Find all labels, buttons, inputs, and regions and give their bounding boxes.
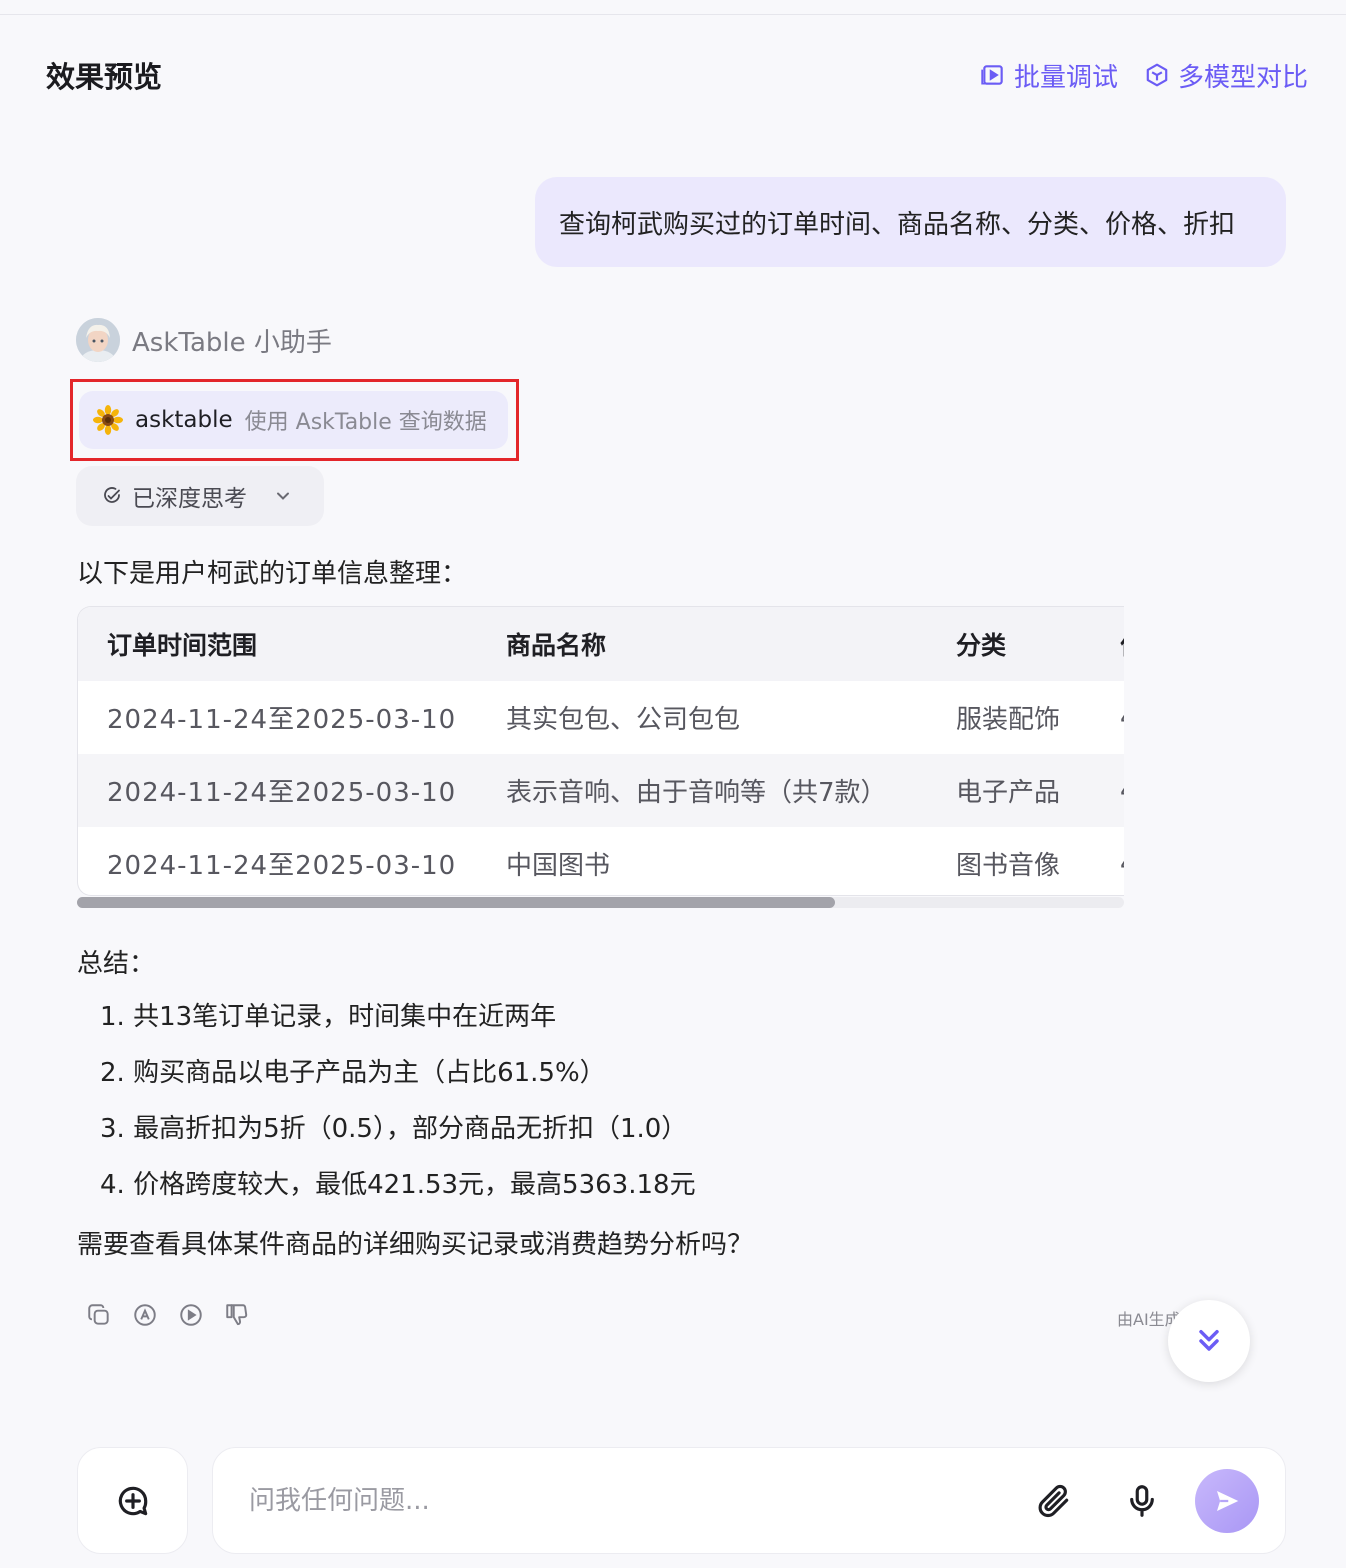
table-horizontal-scrollbar[interactable] [77, 897, 1124, 908]
assistant-avatar [76, 318, 120, 362]
cell-order-time: 2024-11-24至2025-03-10 [107, 705, 457, 735]
assistant-name: AskTable 小助手 [132, 327, 332, 358]
cell-order-time: 2024-11-24至2025-03-10 [78, 754, 506, 827]
summary-item: 4. 价格跨度较大，最低421.53元，最高5363.18元 [100, 1170, 696, 1200]
batch-debug-button[interactable]: 批量调试 [980, 57, 1118, 94]
answer-intro: 以下是用户柯武的订单信息整理： [77, 559, 468, 589]
thumbs-down-icon[interactable] [224, 1300, 250, 1330]
table-header-row: 订单时间范围 商品名称 分类 价 [78, 607, 1124, 681]
deep-thinking-toggle[interactable]: 已深度思考 [76, 466, 324, 526]
new-chat-icon [118, 1486, 147, 1515]
tool-highlight-box: asktable 使用 AskTable 查询数据 [70, 379, 519, 461]
cell-order-time: 2024-11-24至2025-03-10 [107, 851, 457, 881]
summary-list: 1. 共13笔订单记录，时间集中在近两年 2. 购买商品以电子产品为主（占比61… [100, 998, 696, 1222]
cell-product-name: 其实包包、公司包包 [506, 705, 741, 735]
scrollbar-thumb[interactable] [77, 897, 835, 908]
table-row: 2024-11-24至2025-03-10 中国图书 图书音像 4 [78, 827, 1124, 895]
tool-name: asktable [135, 407, 233, 433]
send-button[interactable] [1195, 1469, 1259, 1533]
user-message-bubble: 查询柯武购买过的订单时间、商品名称、分类、价格、折扣 [535, 177, 1286, 267]
header-category: 分类 [956, 607, 1120, 681]
translate-icon[interactable] [132, 1300, 158, 1330]
summary-item: 3. 最高折扣为5折（0.5），部分商品无折扣（1.0） [100, 1114, 688, 1144]
multi-model-label: 多模型对比 [1177, 62, 1308, 93]
header-order-time: 订单时间范围 [78, 607, 506, 681]
new-chat-button[interactable] [77, 1447, 188, 1554]
header-product-name: 商品名称 [506, 607, 956, 681]
play-circle-icon[interactable] [178, 1300, 204, 1330]
cell-price: 4 [1120, 754, 1124, 827]
tool-call-chip[interactable]: asktable 使用 AskTable 查询数据 [79, 391, 508, 449]
cell-product-name: 表示音响、由于音响等（共7款） [506, 754, 956, 827]
header-price: 价 [1120, 607, 1124, 681]
cell-category: 服装配饰 [956, 705, 1061, 735]
cell-price: 4 [1120, 827, 1124, 895]
orders-table: 订单时间范围 商品名称 分类 价 2024-11-24至2025-03-10 其… [78, 607, 1124, 895]
page-title: 效果预览 [46, 60, 163, 94]
summary-item: 2. 购买商品以电子产品为主（占比61.5%） [100, 1058, 606, 1088]
cell-category: 电子产品 [956, 754, 1120, 827]
chat-input[interactable] [249, 1478, 1009, 1524]
cell-product-name: 中国图书 [506, 851, 611, 881]
copy-icon[interactable] [86, 1300, 112, 1330]
scroll-to-bottom-button[interactable] [1168, 1300, 1250, 1382]
message-actions [86, 1300, 250, 1330]
paperclip-icon[interactable] [1035, 1481, 1073, 1525]
orders-table-container[interactable]: 订单时间范围 商品名称 分类 价 2024-11-24至2025-03-10 其… [77, 606, 1124, 896]
header-actions: 批量调试 多模型对比 [980, 57, 1308, 94]
tool-description: 使用 AskTable 查询数据 [244, 410, 487, 435]
play-square-icon [981, 65, 1003, 85]
table-row: 2024-11-24至2025-03-10 其实包包、公司包包 服装配饰 4 [78, 681, 1124, 754]
cube-icon [1146, 63, 1168, 87]
send-icon [1217, 1491, 1239, 1511]
sunflower-icon [93, 405, 123, 435]
cell-category: 图书音像 [956, 851, 1061, 881]
thinking-label: 已深度思考 [132, 486, 247, 512]
thinking-icon [104, 487, 120, 503]
summary-item: 1. 共13笔订单记录，时间集中在近两年 [100, 1002, 557, 1032]
chevron-down-icon [277, 492, 289, 500]
summary-title: 总结： [77, 949, 156, 979]
cell-price: 4 [1120, 681, 1124, 754]
assistant-header: AskTable 小助手 [76, 318, 332, 362]
multi-model-compare-button[interactable]: 多模型对比 [1144, 57, 1308, 94]
closing-question: 需要查看具体某件商品的详细购买记录或消费趋势分析吗？ [77, 1230, 754, 1260]
double-chevron-down-icon [1199, 1329, 1219, 1351]
batch-debug-label: 批量调试 [1013, 62, 1118, 93]
top-divider [0, 14, 1346, 15]
table-row: 2024-11-24至2025-03-10 表示音响、由于音响等（共7款） 电子… [78, 754, 1124, 827]
microphone-icon[interactable] [1123, 1481, 1161, 1525]
chat-input-box [212, 1447, 1286, 1554]
page-header: 效果预览 批量调试 多模型对比 [46, 52, 1308, 98]
